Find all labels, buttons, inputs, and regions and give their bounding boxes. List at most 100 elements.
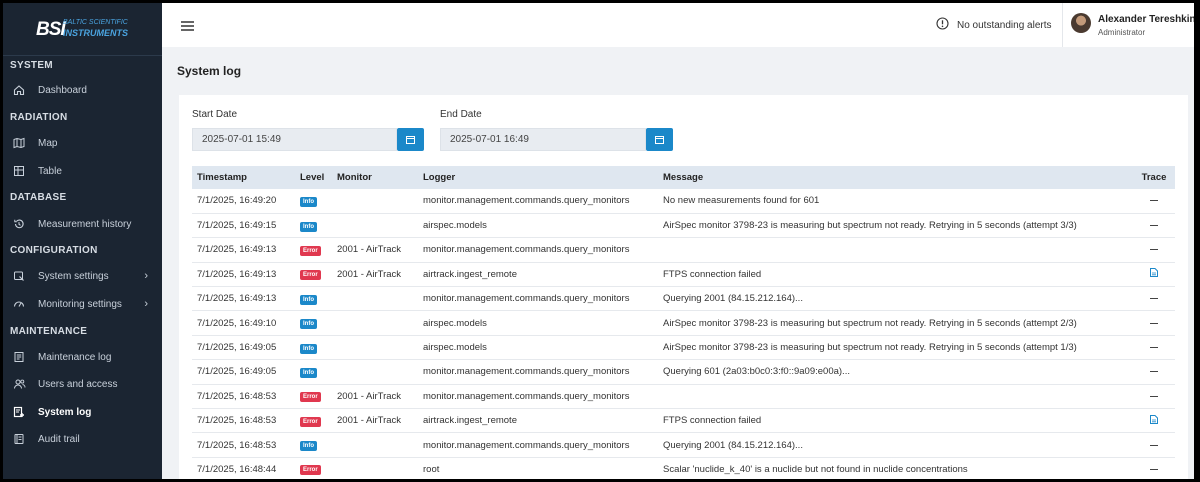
trace-document-icon[interactable] (1150, 414, 1158, 427)
table-row[interactable]: 7/1/2025, 16:49:05 Info airspec.models AirS… (192, 335, 1175, 360)
level-badge: Error (300, 465, 321, 476)
user-menu[interactable]: Alexander Tereshkin Administrator (1062, 3, 1194, 47)
cell-level: Info (295, 287, 332, 311)
column-header-monitor[interactable]: Monitor (332, 166, 418, 189)
sidebar-item-label: Maintenance log (38, 351, 112, 363)
table-row[interactable]: 7/1/2025, 16:49:13 Info monitor.management… (192, 287, 1175, 311)
system-log-table: Timestamp Level Monitor Logger Message T… (192, 166, 1175, 479)
table-row[interactable]: 7/1/2025, 16:48:53 Error 2001 - AirTrack mo… (192, 384, 1175, 409)
user-name: Alexander Tereshkin (1098, 14, 1194, 25)
cell-logger: airspec.models (423, 317, 487, 329)
table-row[interactable]: 7/1/2025, 16:48:44 Error root Scalar 'nucli… (192, 457, 1175, 479)
cell-trace (1133, 213, 1175, 237)
menu-icon[interactable] (181, 18, 194, 36)
sidebar-item-map[interactable]: Map (3, 131, 162, 155)
table-row[interactable]: 7/1/2025, 16:49:13 Error 2001 - AirTrack mo… (192, 238, 1175, 263)
column-header-timestamp[interactable]: Timestamp (192, 166, 295, 189)
cell-level: Info (295, 335, 332, 359)
gauge-icon (12, 297, 26, 311)
cell-logger: root (423, 463, 440, 475)
sidebar-item-system-settings[interactable]: System settings › (3, 264, 162, 288)
cell-message: AirSpec monitor 3798-23 is measuring but… (663, 342, 1077, 354)
cell-logger: monitor.management.commands.query_monito… (423, 439, 630, 451)
table-row[interactable]: 7/1/2025, 16:49:20 Info monitor.management… (192, 189, 1175, 214)
cell-logger: airspec.models (423, 342, 487, 354)
table-row[interactable]: 7/1/2025, 16:49:05 Info monitor.management… (192, 360, 1175, 385)
table-row[interactable]: 7/1/2025, 16:49:13 Error 2001 - AirTrack ai… (192, 262, 1175, 287)
audit-icon (12, 432, 26, 446)
level-badge: Error (300, 270, 321, 281)
cell-trace (1133, 335, 1175, 359)
column-header-trace[interactable]: Trace (1133, 166, 1175, 189)
cell-trace (1133, 457, 1175, 479)
sidebar-item-audit-trail[interactable]: Audit trail (3, 427, 162, 451)
table-icon (12, 164, 26, 178)
system-log-icon (12, 405, 26, 419)
cell-trace (1133, 433, 1175, 457)
sidebar: BSI BALTIC SCIENTIFIC INSTRUMENTS SYSTEM… (3, 3, 162, 479)
level-badge: Info (300, 221, 317, 232)
calendar-icon (655, 131, 664, 149)
cell-timestamp: 7/1/2025, 16:49:10 (197, 317, 277, 329)
history-icon (12, 217, 26, 231)
trace-empty-dash (1150, 468, 1158, 470)
table-row[interactable]: 7/1/2025, 16:49:10 Info airspec.models AirS… (192, 311, 1175, 336)
sidebar-item-measurement-history[interactable]: Measurement history (3, 212, 162, 236)
level-badge: Info (300, 343, 317, 354)
column-header-level[interactable]: Level (295, 166, 332, 189)
section-radiation: RADIATION (10, 112, 68, 123)
cell-logger: airtrack.ingest_remote (423, 415, 517, 427)
level-badge: Info (300, 196, 317, 207)
cell-message: FTPS connection failed (663, 268, 762, 280)
cell-monitor: 2001 - AirTrack (337, 390, 402, 402)
chevron-right-icon: › (144, 270, 148, 282)
level-badge: Error (300, 245, 321, 256)
sidebar-item-monitoring-settings[interactable]: Monitoring settings › (3, 292, 162, 316)
end-date-input[interactable]: 2025-07-01 16:49 (440, 128, 646, 151)
start-date-label: Start Date (192, 109, 238, 120)
cell-logger: monitor.management.commands.query_monito… (423, 244, 630, 256)
cell-logger: monitor.management.commands.query_monito… (423, 390, 630, 402)
start-date-input[interactable]: 2025-07-01 15:49 (192, 128, 397, 151)
section-system: SYSTEM (10, 60, 53, 71)
sidebar-item-maintenance-log[interactable]: Maintenance log (3, 345, 162, 369)
trace-empty-dash (1150, 298, 1158, 300)
table-row[interactable]: 7/1/2025, 16:48:53 Info monitor.management… (192, 433, 1175, 458)
cell-monitor (332, 335, 418, 359)
cell-trace (1133, 287, 1175, 311)
column-header-logger[interactable]: Logger (418, 166, 658, 189)
trace-document-icon[interactable] (1150, 268, 1158, 280)
logo-mark: BSI (36, 19, 66, 40)
cell-level: Info (295, 360, 332, 384)
sidebar-item-label: System log (38, 406, 92, 418)
cell-timestamp: 7/1/2025, 16:49:05 (197, 366, 277, 378)
sidebar-item-label: Measurement history (38, 218, 132, 230)
table-row[interactable]: 7/1/2025, 16:49:15 Info airspec.models AirS… (192, 213, 1175, 238)
cell-level: Error (295, 409, 332, 433)
level-badge: Error (300, 392, 321, 403)
sidebar-item-label: Map (38, 137, 58, 149)
cell-timestamp: 7/1/2025, 16:49:05 (197, 342, 277, 354)
column-header-message[interactable]: Message (658, 166, 1133, 189)
table-row[interactable]: 7/1/2025, 16:48:53 Error 2001 - AirTrack ai… (192, 409, 1175, 433)
cell-trace (1133, 189, 1175, 213)
cell-level: Info (295, 433, 332, 457)
cell-trace (1133, 384, 1175, 408)
sidebar-item-users-and-access[interactable]: Users and access (3, 372, 162, 396)
sidebar-item-dashboard[interactable]: Dashboard (3, 78, 162, 102)
cell-logger: monitor.management.commands.query_monito… (423, 366, 630, 378)
sidebar-item-label: System settings (38, 270, 109, 282)
start-date-calendar-button[interactable] (397, 128, 424, 151)
logo: BSI BALTIC SCIENTIFIC INSTRUMENTS (3, 3, 162, 56)
cell-trace (1133, 360, 1175, 384)
cell-message: No new measurements found for 601 (663, 195, 820, 207)
cell-message: Querying 2001 (84.15.212.164)... (663, 293, 803, 305)
cell-monitor (332, 457, 418, 479)
sidebar-item-system-log[interactable]: System log (3, 400, 162, 424)
cell-message: AirSpec monitor 3798-23 is measuring but… (663, 317, 1077, 329)
end-date-calendar-button[interactable] (646, 128, 673, 151)
alerts-status[interactable]: No outstanding alerts (936, 17, 1052, 33)
trace-empty-dash (1150, 371, 1158, 373)
cell-monitor (332, 213, 418, 237)
sidebar-item-table[interactable]: Table (3, 159, 162, 183)
